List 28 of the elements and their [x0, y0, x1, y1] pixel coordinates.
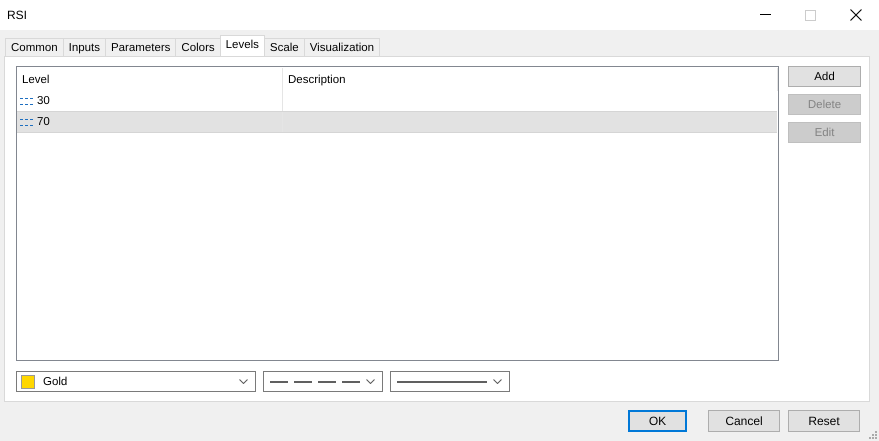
- action-button[interactable]: Add: [788, 66, 861, 87]
- solid-line-icon: [397, 380, 487, 382]
- chevron-icon: [493, 379, 502, 384]
- level-row[interactable]: 70: [17, 112, 777, 133]
- tab[interactable]: Levels: [220, 35, 265, 56]
- minimize-icon[interactable]: [760, 14, 771, 16]
- dialog-button[interactable]: OK: [628, 410, 687, 432]
- column-header[interactable]: Level: [17, 68, 283, 91]
- resize-grip-icon[interactable]: [869, 431, 877, 439]
- tab[interactable]: Visualization: [304, 38, 380, 56]
- color-dropdown[interactable]: Gold: [16, 371, 256, 392]
- chevron-icon: [239, 379, 248, 384]
- close-icon[interactable]: [850, 9, 862, 21]
- line-style-dropdown[interactable]: [263, 371, 383, 392]
- window-title: RSI: [7, 8, 28, 22]
- color-name: Gold: [43, 376, 68, 388]
- dialog-button[interactable]: Cancel: [708, 410, 780, 432]
- level-value: 70: [37, 116, 50, 128]
- dialog-button[interactable]: Reset: [788, 410, 860, 432]
- dashed-line-icon: [270, 380, 360, 382]
- level-value: 30: [37, 95, 50, 107]
- dashed-line-icon: [20, 98, 33, 104]
- column-header[interactable]: Description: [283, 68, 777, 91]
- tab[interactable]: Common: [5, 38, 64, 56]
- tab[interactable]: Inputs: [62, 38, 106, 56]
- chevron-icon: [366, 379, 375, 384]
- dashed-line-icon: [20, 118, 33, 126]
- line-style-dropdown[interactable]: [390, 371, 510, 392]
